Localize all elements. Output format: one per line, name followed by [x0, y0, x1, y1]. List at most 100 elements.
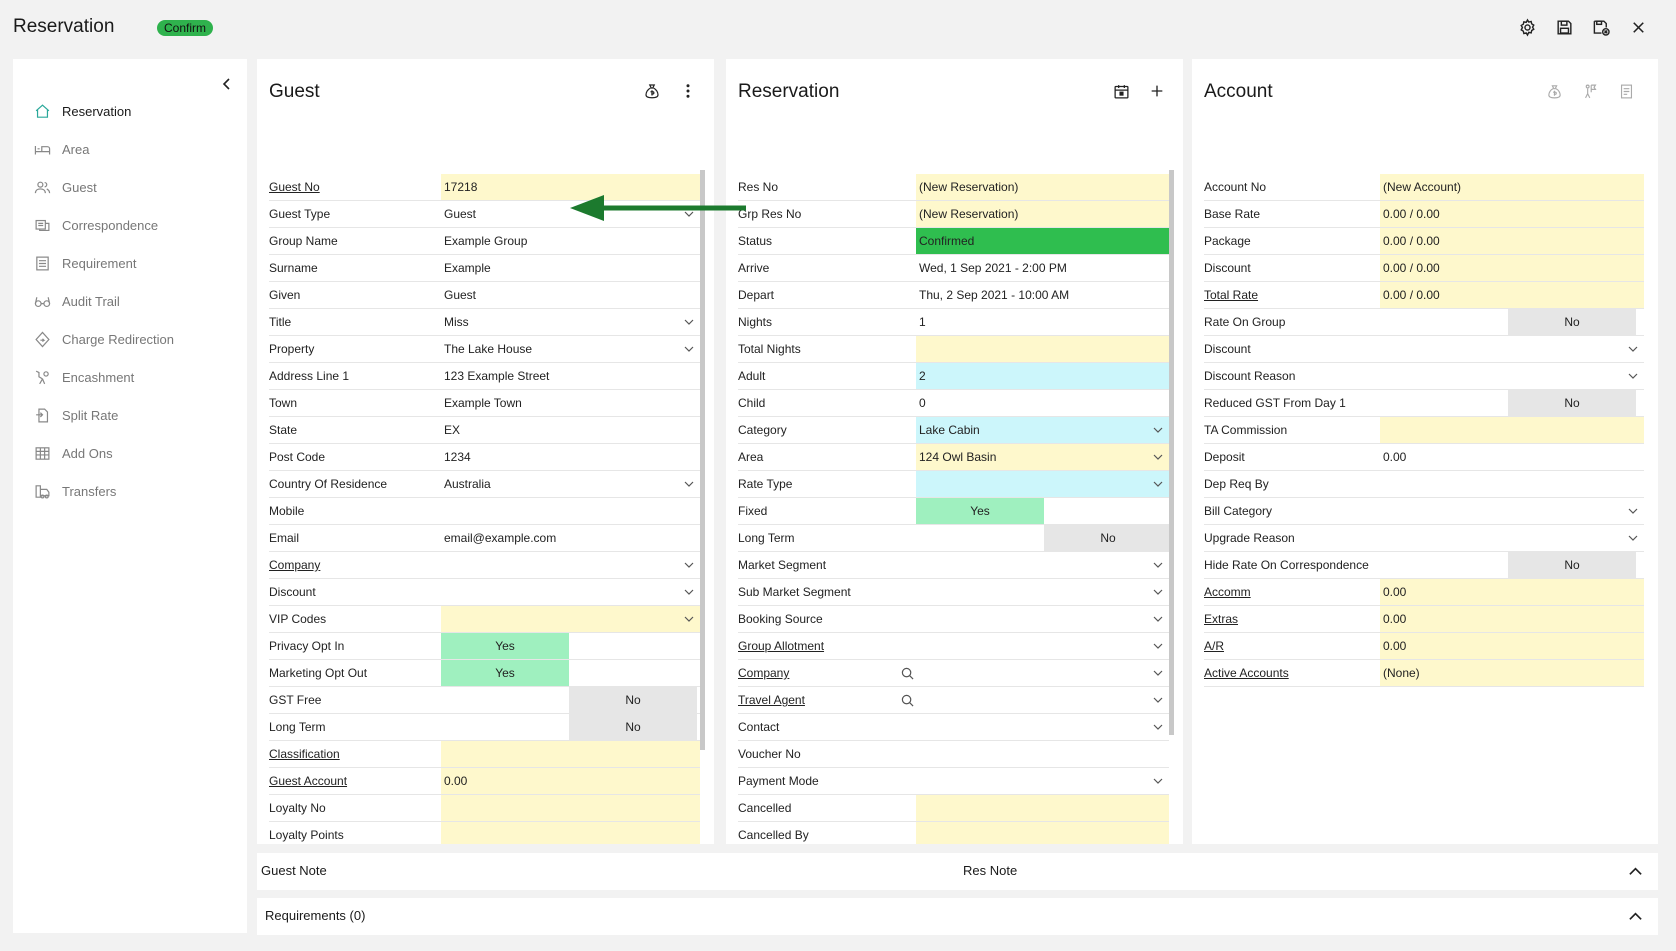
field-value[interactable]: [1380, 525, 1644, 551]
field-value[interactable]: Lake Cabin: [916, 417, 1169, 443]
reservation-scrollbar[interactable]: [1169, 170, 1174, 735]
guest-money-button[interactable]: [640, 79, 664, 103]
field-value[interactable]: [1380, 336, 1644, 362]
toggle-value[interactable]: No: [569, 687, 697, 713]
account-invoice-button[interactable]: [1614, 79, 1638, 103]
requirements-label[interactable]: Requirements (0): [265, 908, 365, 923]
sidebar-item-audit-trail[interactable]: Audit Trail: [33, 290, 120, 312]
field-label[interactable]: Company: [269, 552, 320, 579]
field-value[interactable]: 0.00 / 0.00: [1380, 228, 1644, 254]
field-value[interactable]: [916, 768, 1169, 794]
save-button[interactable]: [1552, 15, 1576, 39]
toggle-value[interactable]: Yes: [441, 633, 569, 659]
field-value[interactable]: [441, 741, 700, 767]
field-value[interactable]: [441, 498, 700, 524]
field-label[interactable]: Classification: [269, 741, 340, 768]
field-value[interactable]: 1234: [441, 444, 700, 470]
field-value[interactable]: Example Group: [441, 228, 700, 254]
sidebar-item-reservation[interactable]: Reservation: [33, 100, 131, 122]
field-value[interactable]: Thu, 2 Sep 2021 - 10:00 AM: [916, 282, 1169, 308]
field-value[interactable]: [916, 660, 1169, 686]
field-value[interactable]: [441, 822, 700, 844]
field-label[interactable]: Extras: [1204, 606, 1238, 633]
field-value[interactable]: email@example.com: [441, 525, 700, 551]
field-label[interactable]: Active Accounts: [1204, 660, 1289, 687]
field-value[interactable]: 0.00 / 0.00: [1380, 255, 1644, 281]
field-value[interactable]: [916, 552, 1169, 578]
field-value[interactable]: [916, 606, 1169, 632]
field-value[interactable]: Example Town: [441, 390, 700, 416]
field-value[interactable]: 0.00: [1380, 606, 1644, 632]
sidebar-item-transfers[interactable]: Transfers: [33, 480, 116, 502]
toggle-value[interactable]: No: [569, 714, 697, 740]
field-value[interactable]: [916, 714, 1169, 740]
sidebar-item-area[interactable]: Area: [33, 138, 89, 160]
field-value[interactable]: 2: [916, 363, 1169, 389]
field-value[interactable]: [1380, 417, 1644, 443]
field-label[interactable]: Company: [738, 660, 789, 687]
field-value[interactable]: [441, 579, 700, 605]
field-value[interactable]: [916, 471, 1169, 497]
search-icon[interactable]: [901, 667, 914, 680]
search-icon[interactable]: [901, 694, 914, 707]
field-label[interactable]: Total Rate: [1204, 282, 1258, 309]
sidebar-item-add-ons[interactable]: Add Ons: [33, 442, 113, 464]
field-value[interactable]: (New Reservation): [916, 174, 1169, 200]
chevron-up-icon[interactable]: [1628, 909, 1643, 924]
field-value[interactable]: 0.00 / 0.00: [1380, 201, 1644, 227]
field-value[interactable]: (New Account): [1380, 174, 1644, 200]
account-transfer-button[interactable]: [1578, 79, 1602, 103]
field-value[interactable]: 124 Owl Basin: [916, 444, 1169, 470]
field-value[interactable]: 0: [916, 390, 1169, 416]
sidebar-item-requirement[interactable]: Requirement: [33, 252, 136, 274]
field-value[interactable]: 0.00: [441, 768, 700, 794]
toggle-value[interactable]: Yes: [916, 498, 1044, 524]
field-value[interactable]: [916, 741, 1169, 767]
calendar-button[interactable]: [1109, 79, 1133, 103]
field-value[interactable]: [1380, 498, 1644, 524]
field-label[interactable]: A/R: [1204, 633, 1224, 660]
chevron-up-icon[interactable]: [1628, 864, 1643, 879]
field-value[interactable]: [916, 336, 1169, 362]
field-value[interactable]: 0.00: [1380, 444, 1644, 470]
field-value[interactable]: Confirmed: [916, 228, 1169, 254]
guest-more-button[interactable]: [676, 79, 700, 103]
guest-scrollbar[interactable]: [700, 170, 705, 750]
field-value[interactable]: [916, 687, 1169, 713]
field-value[interactable]: [441, 552, 700, 578]
res-note-label[interactable]: Res Note: [963, 863, 1017, 878]
field-label[interactable]: Guest Account: [269, 768, 347, 795]
settings-button[interactable]: [1515, 15, 1539, 39]
add-reservation-button[interactable]: [1145, 79, 1169, 103]
field-value[interactable]: 123 Example Street: [441, 363, 700, 389]
field-value[interactable]: [916, 822, 1169, 844]
field-label[interactable]: Accomm: [1204, 579, 1251, 606]
account-money-button[interactable]: [1542, 79, 1566, 103]
sidebar-item-encashment[interactable]: Encashment: [33, 366, 134, 388]
field-value[interactable]: [916, 579, 1169, 605]
field-value[interactable]: (None): [1380, 660, 1644, 686]
field-value[interactable]: 1: [916, 309, 1169, 335]
field-value[interactable]: [916, 633, 1169, 659]
collapse-sidebar-button[interactable]: [217, 74, 237, 94]
field-value[interactable]: Australia: [441, 471, 700, 497]
toggle-value[interactable]: No: [1508, 309, 1636, 335]
field-value[interactable]: Miss: [441, 309, 700, 335]
field-value[interactable]: [441, 606, 700, 632]
field-value[interactable]: [1380, 363, 1644, 389]
field-value[interactable]: 0.00: [1380, 633, 1644, 659]
field-label[interactable]: Group Allotment: [738, 633, 824, 660]
field-value[interactable]: 0.00 / 0.00: [1380, 282, 1644, 308]
field-value[interactable]: [441, 795, 700, 821]
sidebar-item-guest[interactable]: Guest: [33, 176, 97, 198]
field-value[interactable]: [916, 795, 1169, 821]
field-value[interactable]: 0.00: [1380, 579, 1644, 605]
close-button[interactable]: [1626, 15, 1650, 39]
toggle-value[interactable]: Yes: [441, 660, 569, 686]
toggle-value[interactable]: No: [1508, 390, 1636, 416]
guest-note-label[interactable]: Guest Note: [261, 863, 327, 878]
field-value[interactable]: Example: [441, 255, 700, 281]
field-label[interactable]: Travel Agent: [738, 687, 805, 714]
field-label[interactable]: Guest No: [269, 174, 320, 201]
save-and-close-button[interactable]: [1589, 15, 1613, 39]
